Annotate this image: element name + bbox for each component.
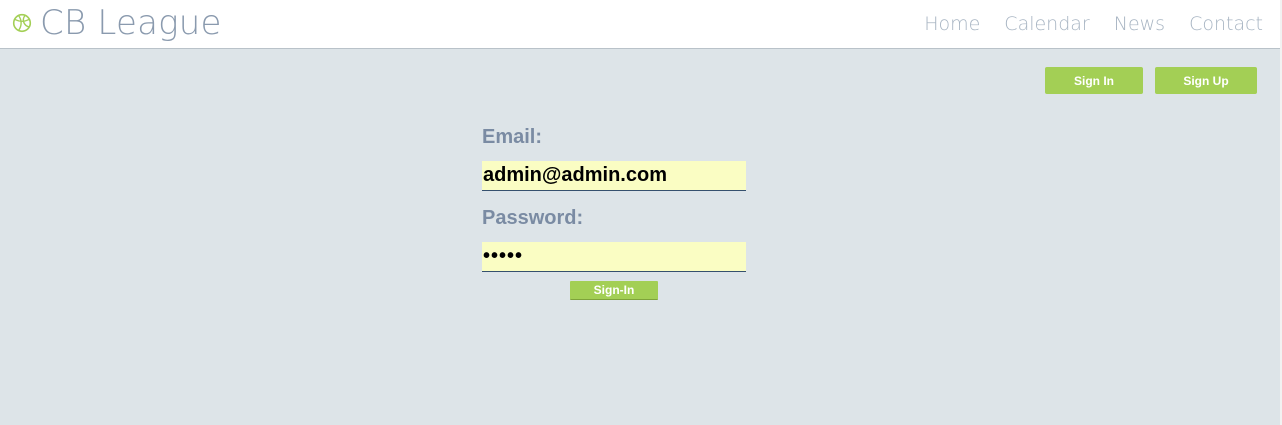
logo[interactable]: CB League	[12, 3, 222, 43]
nav-contact-link[interactable]: Contact	[1189, 13, 1263, 35]
top-navbar: CB League Home Calendar News Contact	[0, 0, 1282, 49]
sign-in-button[interactable]: Sign In	[1045, 67, 1143, 94]
nav-calendar-link[interactable]: Calendar	[1004, 13, 1089, 35]
nav-home-link[interactable]: Home	[924, 13, 980, 35]
basketball-icon	[12, 13, 32, 33]
password-field[interactable]	[482, 242, 746, 272]
main-nav: Home Calendar News Contact	[900, 0, 1263, 48]
nav-news-link[interactable]: News	[1114, 13, 1165, 35]
sign-in-submit-button[interactable]: Sign-In	[570, 281, 658, 300]
password-label: Password:	[482, 207, 584, 229]
email-field[interactable]	[482, 161, 746, 191]
login-form: Email: Password:	[482, 124, 746, 272]
brand-name: CB League	[40, 3, 222, 43]
email-label: Email:	[482, 126, 543, 148]
sign-up-button[interactable]: Sign Up	[1155, 67, 1257, 94]
